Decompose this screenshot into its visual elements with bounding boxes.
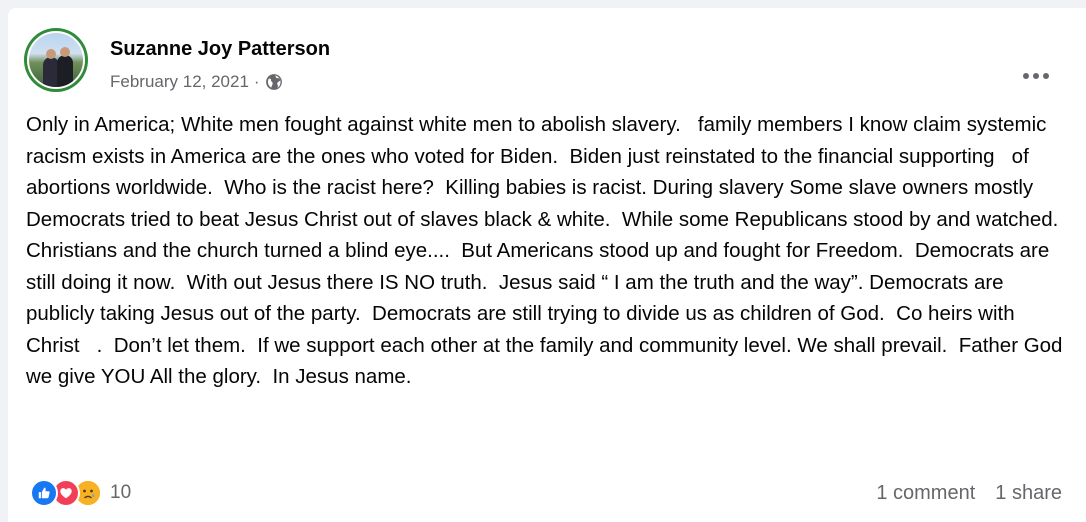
post-header: Suzanne Joy Patterson February 12, 2021 … bbox=[24, 28, 1070, 92]
globe-icon[interactable] bbox=[265, 73, 283, 91]
more-options-button[interactable] bbox=[1018, 64, 1054, 88]
comments-count[interactable]: 1 comment bbox=[876, 482, 975, 505]
reactions-summary[interactable]: 10 bbox=[30, 478, 131, 508]
author-name[interactable]: Suzanne Joy Patterson bbox=[110, 38, 330, 61]
post-meta: February 12, 2021 · bbox=[110, 72, 283, 92]
avatar[interactable] bbox=[24, 28, 88, 92]
more-options-icon bbox=[1022, 67, 1050, 85]
post-body-text: Only in America; White men fought agains… bbox=[26, 113, 1070, 388]
like-icon bbox=[30, 479, 58, 507]
avatar-photo bbox=[27, 31, 85, 89]
post-date[interactable]: February 12, 2021 bbox=[110, 72, 249, 92]
shares-count[interactable]: 1 share bbox=[995, 482, 1062, 505]
engagement-counts: 1 comment 1 share bbox=[876, 478, 1062, 508]
reaction-count: 10 bbox=[110, 482, 132, 503]
post-footer: 10 1 comment 1 share bbox=[30, 478, 1064, 508]
meta-separator: · bbox=[253, 72, 260, 91]
post-card: Suzanne Joy Patterson February 12, 2021 … bbox=[8, 8, 1086, 522]
